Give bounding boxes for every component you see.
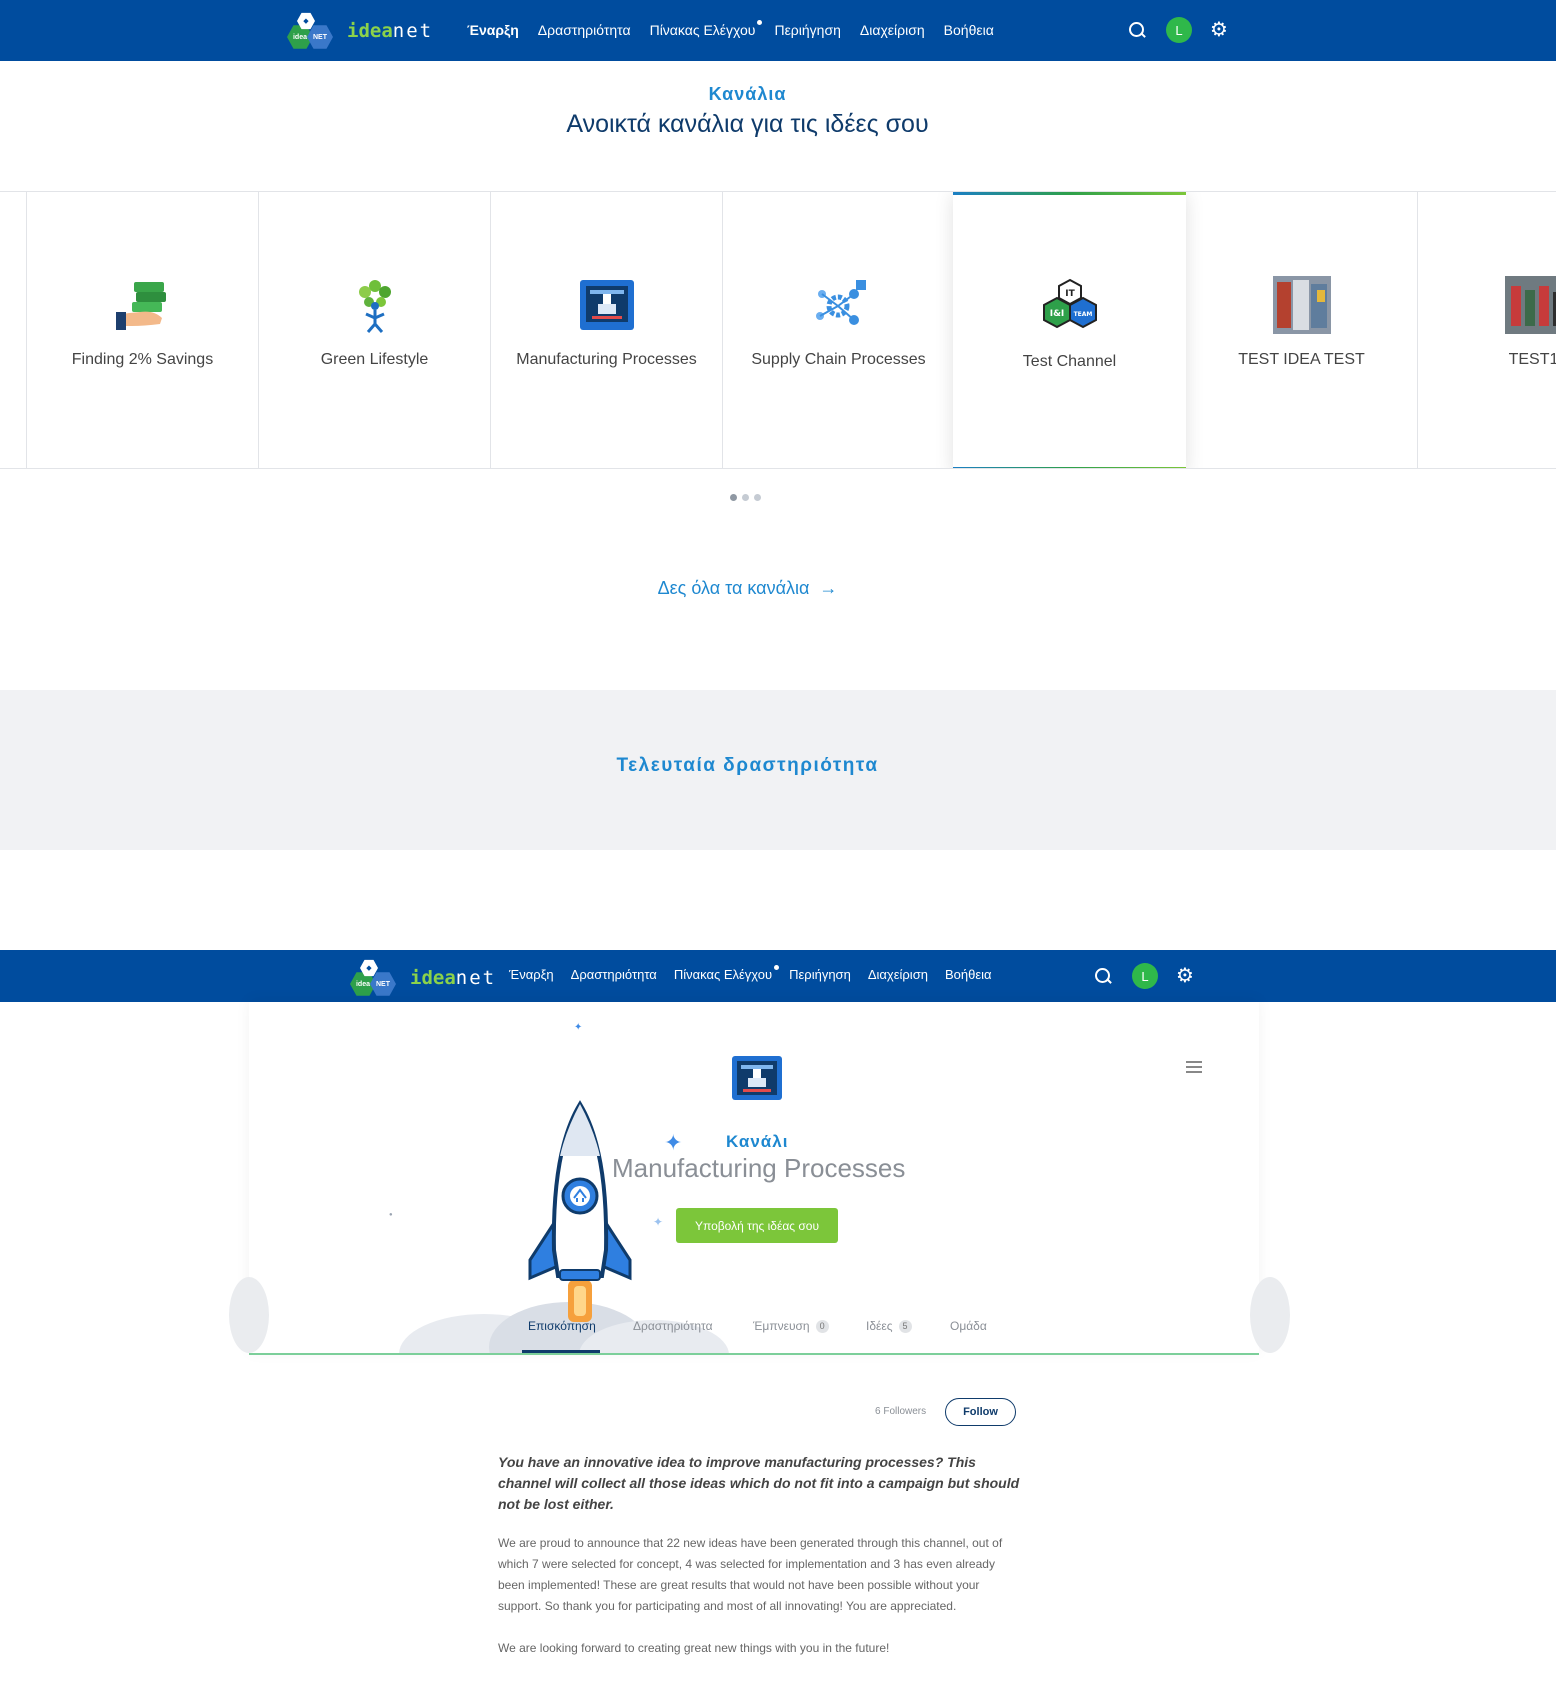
avatar[interactable]: L: [1166, 17, 1192, 43]
nav-item-browse[interactable]: Περιήγηση: [774, 22, 840, 38]
gears-network-icon: [815, 280, 866, 325]
channel-title: Manufacturing Processes: [612, 1153, 906, 1183]
channel-card-label: Finding 2% Savings: [71, 351, 214, 368]
tabs-divider: [249, 1353, 1259, 1355]
main-nav: Έναρξη Δραστηριότητα Πίνακας Ελέγχου Περ…: [509, 965, 1009, 982]
channel-card-test-idea-test[interactable]: TEST IDEA TEST: [1185, 192, 1417, 468]
carousel-pager: [730, 494, 766, 501]
active-tab-indicator: [522, 1350, 600, 1353]
channel-description-closing: We are looking forward to creating great…: [498, 1641, 890, 1655]
nav-item-dashboard[interactable]: Πίνακας Ελέγχου: [650, 20, 763, 38]
channel-card-test1[interactable]: TEST1: [1417, 192, 1556, 468]
followers-count: 6 Followers: [875, 1406, 927, 1417]
tab-inspiration[interactable]: Έμπνευση 0: [753, 1319, 829, 1333]
svg-text:I&I: I&I: [1049, 309, 1064, 319]
logo-hex-icon: idea NET ◆: [350, 959, 400, 997]
logo-text: ideanet: [347, 20, 434, 42]
tab-count-badge: 5: [898, 1319, 912, 1333]
search-icon[interactable]: [1094, 967, 1112, 985]
nav-item-dashboard[interactable]: Πίνακας Ελέγχου: [674, 965, 780, 982]
pager-dot-3[interactable]: [754, 494, 761, 501]
tab-activity[interactable]: Δραστηριότητα: [633, 1319, 713, 1333]
sparkle-icon: ✦: [653, 1215, 664, 1229]
see-all-channels-link[interactable]: Δες όλα τα κανάλια →: [0, 578, 1495, 599]
nav-item-activity[interactable]: Δραστηριότητα: [571, 967, 657, 982]
carousel-prev-edge: [229, 1277, 269, 1353]
channel-card-test-channel[interactable]: IT I&I TEAM Test Channel: [953, 192, 1186, 468]
channel-card-label: Supply Chain Processes: [751, 351, 926, 368]
factory-printer-icon: [732, 1056, 782, 1100]
channel-card-label: TEST1: [1508, 351, 1556, 368]
notification-dot: [774, 965, 780, 970]
channels-carousel[interactable]: Finding 2% Savings Green Lifestyle Manuf…: [0, 191, 1556, 469]
svg-text:TEAM: TEAM: [1073, 311, 1092, 318]
channel-card-label: Test Channel: [1022, 353, 1117, 370]
channel-page-navbar: idea NET ◆ ideanet Έναρξη Δραστηριότητα …: [0, 950, 1556, 1002]
tab-count-badge: 0: [815, 1319, 829, 1333]
hamburger-menu-icon[interactable]: [1186, 1061, 1202, 1073]
arrow-right-icon: →: [819, 578, 838, 598]
money-hand-icon: [115, 282, 166, 330]
nav-item-admin[interactable]: Διαχείριση: [868, 967, 928, 982]
nav-item-admin[interactable]: Διαχείριση: [860, 22, 925, 38]
tab-overview[interactable]: Επισκόπηση: [528, 1319, 596, 1333]
carousel-next-edge: [1250, 1277, 1290, 1353]
nav-item-help[interactable]: Βοήθεια: [945, 967, 992, 982]
channel-card-supply-chain[interactable]: Supply Chain Processes: [722, 192, 954, 468]
rocket-icon: [528, 1100, 632, 1322]
nav-item-activity[interactable]: Δραστηριότητα: [538, 22, 631, 38]
sparkle-icon: ●: [389, 1212, 393, 1218]
channel-card-green-lifestyle[interactable]: Green Lifestyle: [258, 192, 490, 468]
latest-activity-title: Τελευταία δραστηριότητα: [616, 755, 879, 776]
tab-ideas[interactable]: Ιδέες 5: [866, 1319, 912, 1333]
nav-item-home[interactable]: Έναρξη: [467, 22, 519, 38]
ideanet-logo[interactable]: idea NET ◆ ideanet: [350, 959, 496, 997]
channel-card-label: Manufacturing Processes: [516, 351, 697, 368]
notification-dot: [757, 20, 763, 25]
channels-title: Ανοικτά κανάλια για τις ιδέες σου: [566, 110, 929, 138]
submit-idea-button[interactable]: Υποβολή της ιδέας σου: [676, 1208, 838, 1243]
channel-description-lead: You have an innovative idea to improve m…: [498, 1454, 1020, 1512]
follow-button[interactable]: Follow: [945, 1398, 1016, 1426]
sparkle-icon: ✦: [574, 1022, 583, 1033]
channels-eyebrow: Κανάλια: [708, 84, 787, 104]
avatar[interactable]: L: [1132, 963, 1158, 989]
search-icon[interactable]: [1128, 21, 1146, 39]
nav-item-home[interactable]: Έναρξη: [509, 967, 554, 982]
gear-icon[interactable]: ⚙: [1176, 966, 1194, 986]
pager-dot-2[interactable]: [742, 494, 749, 501]
tab-team[interactable]: Ομάδα: [950, 1319, 987, 1333]
channel-eyebrow: Κανάλι: [726, 1132, 789, 1151]
logo-hex-icon: idea NET ◆: [287, 12, 337, 50]
channel-card-label: TEST IDEA TEST: [1238, 351, 1365, 368]
photo-thumbnail-icon: [1504, 276, 1556, 334]
nav-item-browse[interactable]: Περιήγηση: [789, 967, 851, 982]
tree-person-icon: [358, 280, 391, 333]
ii-team-hex-icon: IT I&I TEAM: [1042, 278, 1097, 329]
photo-thumbnail-icon: [1272, 276, 1331, 334]
logo-text: ideanet: [410, 967, 497, 989]
main-nav: Έναρξη Δραστηριότητα Πίνακας Ελέγχου Περ…: [467, 20, 1013, 38]
channel-card-label: Green Lifestyle: [320, 351, 429, 368]
pager-dot-1[interactable]: [730, 494, 737, 501]
gear-icon[interactable]: ⚙: [1210, 20, 1228, 40]
channel-card-finding-savings[interactable]: Finding 2% Savings: [26, 192, 258, 468]
ideanet-logo[interactable]: idea NET ◆ ideanet: [287, 12, 433, 50]
svg-text:IT: IT: [1065, 289, 1075, 299]
channel-card-manufacturing[interactable]: Manufacturing Processes: [490, 192, 722, 468]
top-navbar: idea NET ◆ ideanet Έναρξη Δραστηριότητα …: [0, 0, 1556, 61]
nav-item-help[interactable]: Βοήθεια: [944, 22, 994, 38]
factory-printer-icon: [579, 280, 634, 330]
channel-description-body: We are proud to announce that 22 new ide…: [498, 1536, 1003, 1613]
